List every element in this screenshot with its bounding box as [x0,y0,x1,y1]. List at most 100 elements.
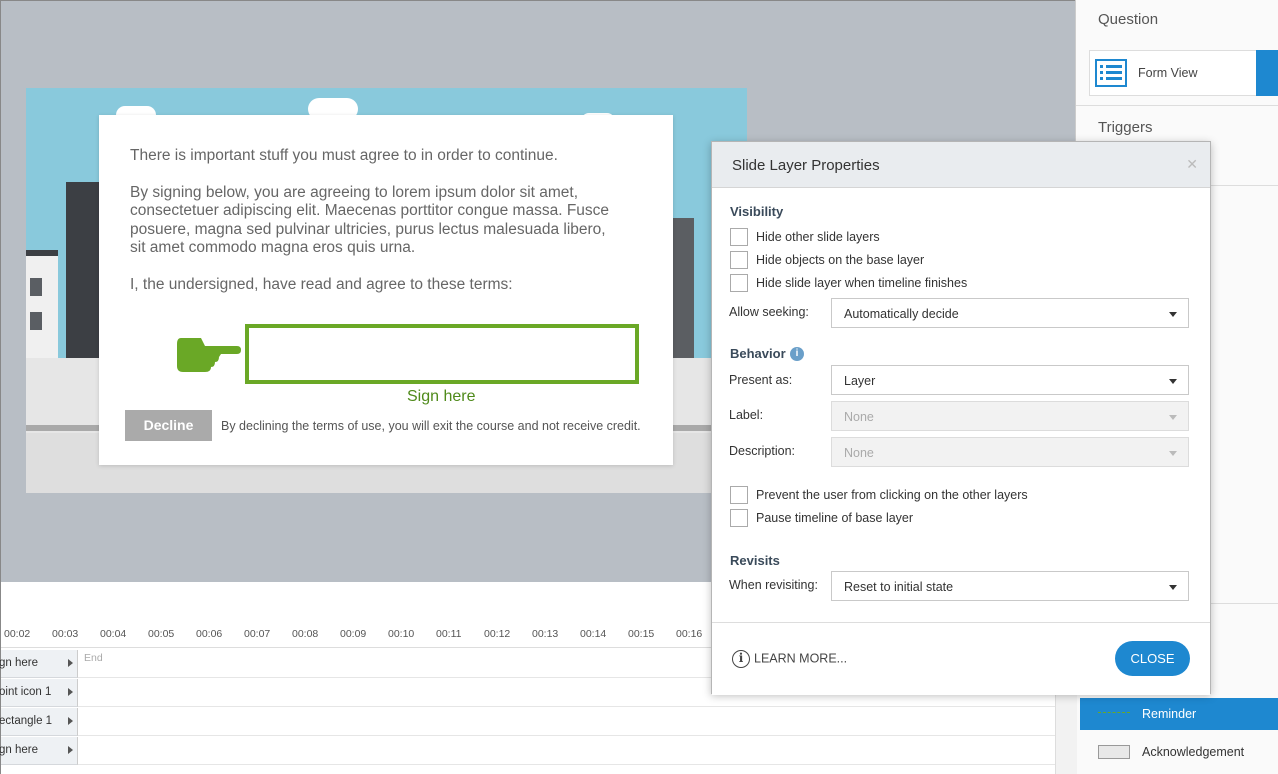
track-label[interactable]: gn here [0,650,78,678]
time-tick: 00:06 [196,628,223,640]
when-revisiting-value: Reset to initial state [844,580,954,594]
track-label[interactable]: oint icon 1 [0,679,78,707]
close-icon[interactable]: ✕ [1186,156,1198,173]
time-tick: 00:15 [628,628,655,640]
decline-note: By declining the terms of use, you will … [221,419,641,433]
chevron-down-icon [1169,451,1177,456]
description-field-label: Description: [729,444,795,458]
hide-base-objects-label: Hide objects on the base layer [756,253,925,267]
chevron-down-icon [1169,379,1177,384]
signature-field[interactable] [245,324,639,384]
description-value: None [844,446,874,460]
when-revisiting-label: When revisiting: [729,578,818,592]
time-tick: 00:02 [4,628,31,640]
hide-other-layers-checkbox[interactable] [730,228,748,246]
prevent-clicking-label: Prevent the user from clicking on the ot… [756,488,1028,502]
expand-arrow-icon[interactable] [68,717,73,725]
chevron-down-icon [1169,415,1177,420]
expand-arrow-icon[interactable] [68,746,73,754]
label-select: None [831,401,1189,431]
track-label[interactable]: gn here [0,737,78,765]
track-row[interactable] [78,737,1055,765]
chevron-down-icon [1169,312,1177,317]
sign-here-label: Sign here [407,388,476,405]
time-tick: 00:14 [580,628,607,640]
slide-view-button[interactable] [1256,50,1278,96]
layer-thumbnail-icon [1098,745,1130,759]
terms-line-3: posuere, magna sed pulvinar ultricies, p… [130,221,606,238]
present-as-label: Present as: [729,373,793,387]
allow-seeking-select[interactable]: Automatically decide [831,298,1189,328]
time-tick: 00:11 [436,628,462,640]
dialog-header: Slide Layer Properties ✕ [712,142,1210,188]
time-tick: 00:16 [676,628,703,640]
behavior-header: Behavior [730,346,786,361]
layer-item-acknowledgement[interactable]: Acknowledgement [1080,736,1278,768]
revisits-header: Revisits [730,553,780,568]
time-tick: 00:12 [484,628,511,640]
close-button[interactable]: CLOSE [1115,641,1190,676]
building-decoration [66,182,102,358]
label-field-label: Label: [729,408,764,422]
info-circle-icon: i [732,650,750,668]
time-tick: 00:09 [340,628,367,640]
time-tick: 00:03 [52,628,79,640]
hide-other-layers-label: Hide other slide layers [756,230,880,244]
terms-line-4: sit amet commodo magna eros quis urna. [130,239,416,256]
time-tick: 00:13 [532,628,559,640]
track-name: ectangle 1 [0,715,53,727]
pause-timeline-label: Pause timeline of base layer [756,511,914,525]
track-row[interactable] [78,708,1055,736]
building-decoration [30,278,42,296]
time-tick: 00:07 [244,628,271,640]
time-tick: 00:04 [100,628,127,640]
dialog-footer: i LEARN MORE... CLOSE [712,622,1210,695]
track-name: oint icon 1 [0,686,52,698]
layer-name: Reminder [1142,707,1197,721]
hide-base-objects-checkbox[interactable] [730,251,748,269]
hide-when-finishes-checkbox[interactable] [730,274,748,292]
track-name: gn here [0,744,39,756]
form-view-icon [1095,59,1127,87]
divider [1076,105,1278,106]
decline-button[interactable]: Decline [125,410,212,441]
pause-timeline-checkbox[interactable] [730,509,748,527]
terms-line-2: consectetuer adipiscing elit. Maecenas p… [130,202,610,219]
time-tick: 00:10 [388,628,415,640]
expand-arrow-icon[interactable] [68,688,73,696]
agree-text: I, the undersigned, have read and agree … [130,276,513,293]
time-tick: 00:05 [148,628,175,640]
building-decoration [672,218,694,358]
allow-seeking-value: Automatically decide [844,307,959,321]
info-icon[interactable]: i [790,347,804,361]
hide-when-finishes-label: Hide slide layer when timeline finishes [756,276,968,290]
track-label[interactable]: ectangle 1 [0,708,78,736]
expand-arrow-icon[interactable] [68,659,73,667]
learn-more-link[interactable]: i LEARN MORE... [732,650,847,668]
form-view-button[interactable]: Form View [1089,50,1259,96]
building-decoration [26,250,58,358]
layer-thumbnail-icon [1098,712,1130,715]
terms-line-1: By signing below, you are agreeing to lo… [130,184,579,201]
layer-name: Acknowledgement [1142,745,1245,759]
visibility-header: Visibility [730,204,784,219]
terms-card: There is important stuff you must agree … [99,115,673,465]
when-revisiting-select[interactable]: Reset to initial state [831,571,1189,601]
triggers-header: Triggers [1098,119,1153,136]
intro-text: There is important stuff you must agree … [130,147,558,164]
pointing-hand-icon [175,334,241,379]
layer-item-reminder[interactable]: Reminder [1080,698,1278,730]
question-header: Question [1098,11,1159,28]
form-view-label: Form View [1138,66,1198,80]
time-tick: 00:08 [292,628,319,640]
allow-seeking-label: Allow seeking: [729,305,809,319]
track-name: gn here [0,657,39,669]
prevent-clicking-checkbox[interactable] [730,486,748,504]
present-as-value: Layer [844,374,876,388]
chevron-down-icon [1169,585,1177,590]
description-select: None [831,437,1189,467]
present-as-select[interactable]: Layer [831,365,1189,395]
building-decoration [30,312,42,330]
label-value: None [844,410,874,424]
learn-more-label: LEARN MORE... [754,651,848,666]
